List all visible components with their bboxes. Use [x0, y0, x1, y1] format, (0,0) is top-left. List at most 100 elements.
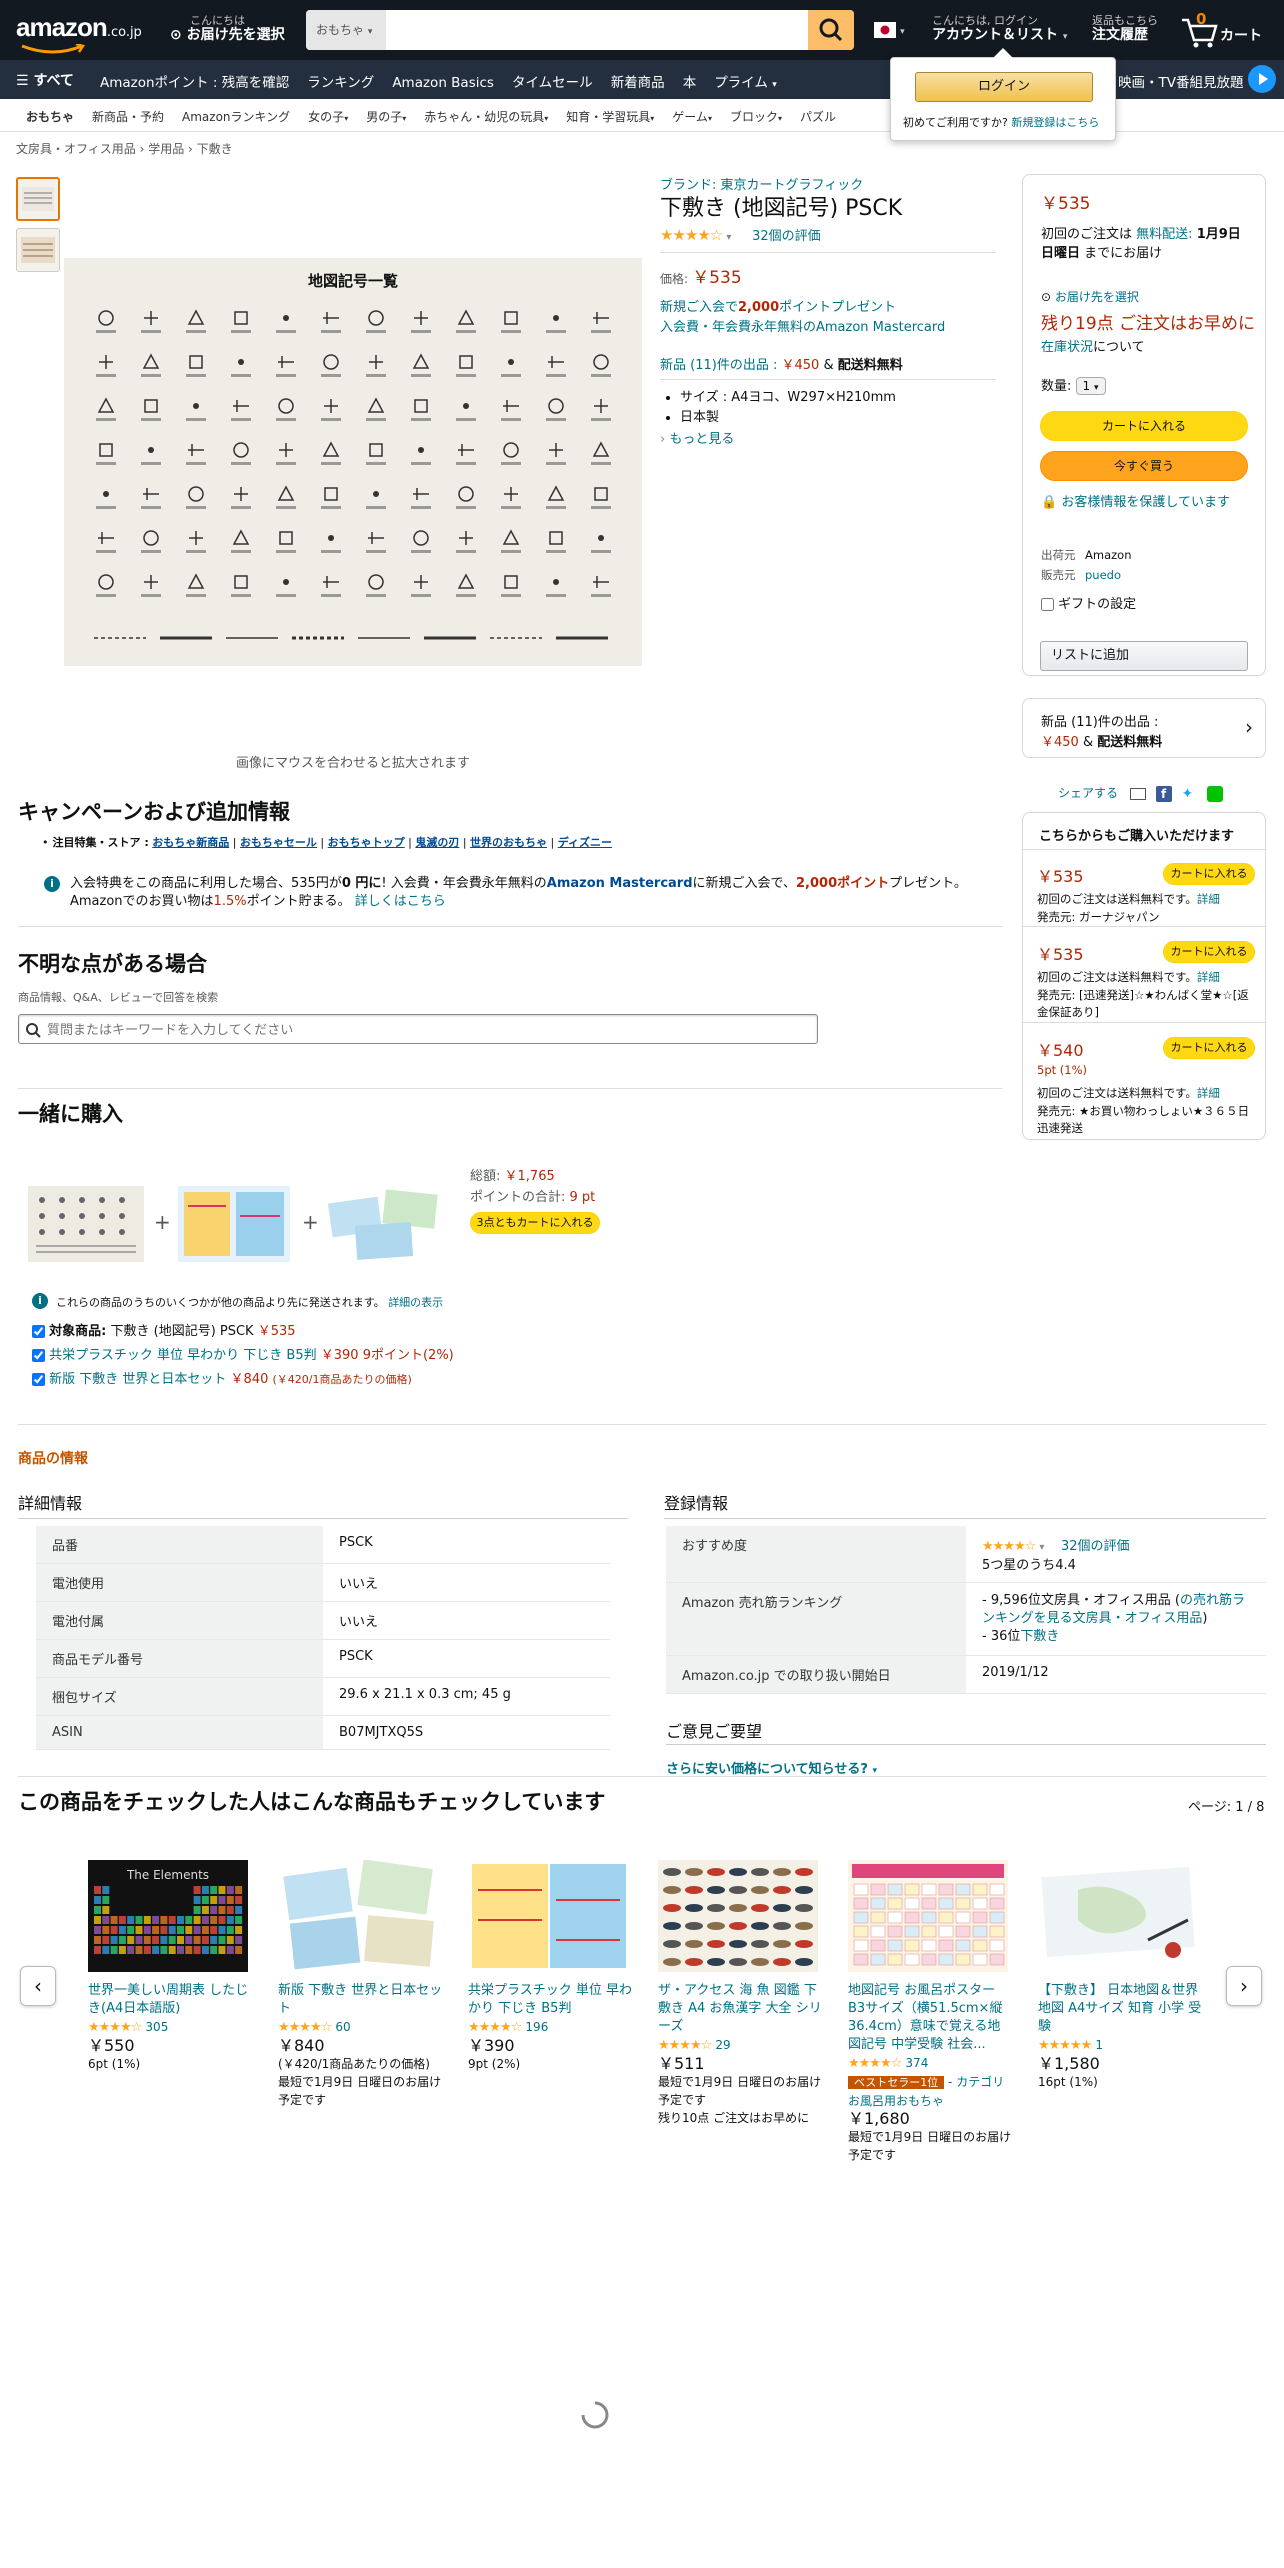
- brand-link[interactable]: ブランド: 東京カートグラフィック: [660, 178, 863, 193]
- thumbnail-2[interactable]: [16, 228, 60, 272]
- buy-now-button[interactable]: 今すぐ買う: [1040, 451, 1248, 481]
- bundle-item-name[interactable]: 共栄プラスチック 単位 早わかり 下じき B5判: [49, 1348, 316, 1363]
- new-offers-link[interactable]: 新品 (11)件の出品 :: [660, 358, 777, 373]
- nav-item-prime[interactable]: プライム ▾: [714, 75, 777, 91]
- carousel-item-title[interactable]: 地図記号 お風呂ポスター B3サイズ（横51.5cm×縦36.4cm）意味で覚え…: [848, 1982, 1013, 2054]
- search-input[interactable]: [386, 10, 814, 50]
- cat-item-baby[interactable]: 赤ちゃん・幼児の玩具▾: [424, 110, 548, 124]
- add-to-cart-button[interactable]: カートに入れる: [1040, 411, 1248, 441]
- product-image[interactable]: [848, 1860, 1008, 1972]
- signin-register-link[interactable]: 新規登録はこちら: [1011, 116, 1099, 129]
- signin-button[interactable]: ログイン: [915, 72, 1093, 102]
- product-image[interactable]: [1038, 1860, 1198, 1972]
- carousel-item-rating-count[interactable]: 29: [715, 2038, 730, 2052]
- carousel-item-title[interactable]: 新版 下敷き 世界と日本セット: [278, 1982, 443, 2018]
- cat-item-ranking[interactable]: Amazonランキング: [182, 110, 290, 124]
- carousel-item-rating-count[interactable]: 374: [905, 2056, 928, 2070]
- rating-stars-icon[interactable]: ★★★★☆: [658, 2038, 712, 2053]
- carousel-item-rating-count[interactable]: 305: [145, 2020, 168, 2034]
- new-offers-box[interactable]: 新品 (11)件の出品 : ￥450 & 配送料無料 ›: [1022, 698, 1266, 758]
- product-image[interactable]: The Elements: [88, 1860, 248, 1972]
- nav-item-new[interactable]: 新着商品: [611, 75, 665, 91]
- bundle-item-checkbox[interactable]: [32, 1349, 45, 1362]
- seller-add-to-cart-button[interactable]: カートに入れる: [1163, 863, 1255, 885]
- cart-button[interactable]: 0 カート: [1180, 10, 1270, 50]
- nav-item-basics[interactable]: Amazon Basics: [392, 75, 494, 91]
- nav-item-points[interactable]: Amazonポイント : 残高を確認: [100, 75, 289, 91]
- gift-option[interactable]: ギフトの設定: [1041, 593, 1136, 612]
- carousel-item-rating-count[interactable]: 60: [335, 2020, 350, 2034]
- seller-detail-link[interactable]: 詳細: [1197, 1086, 1220, 1100]
- store-link[interactable]: ディズニー: [558, 836, 612, 849]
- search-category-select[interactable]: おもちゃ ▾: [306, 10, 386, 50]
- bundle-item-checkbox[interactable]: [32, 1325, 45, 1338]
- more-link[interactable]: › もっと見る: [660, 428, 996, 447]
- rating-stars-icon[interactable]: ★★★★★: [1038, 2038, 1092, 2053]
- amazon-logo[interactable]: amazon.co.jp: [16, 12, 142, 54]
- cat-item-blocks[interactable]: ブロック▾: [730, 110, 782, 124]
- rank-category-link[interactable]: 下敷き: [1020, 1629, 1059, 1644]
- seller-add-to-cart-button[interactable]: カートに入れる: [1163, 1037, 1255, 1059]
- bundle-item-image[interactable]: [326, 1186, 442, 1262]
- store-link[interactable]: おもちゃセール: [240, 836, 317, 849]
- deliver-to-link[interactable]: ⊙ お届け先を選択: [1041, 288, 1139, 305]
- secure-transaction[interactable]: 🔒 お客様情報を保護しています: [1041, 493, 1257, 513]
- cat-item-girls[interactable]: 女の子▾: [308, 110, 348, 124]
- gift-checkbox[interactable]: [1041, 598, 1054, 611]
- seller-detail-link[interactable]: 詳細: [1197, 892, 1220, 906]
- questions-input[interactable]: [47, 1017, 807, 1041]
- prime-video-link[interactable]: 映画・TV番組見放題: [1118, 71, 1243, 91]
- product-image[interactable]: [658, 1860, 818, 1972]
- rating-stars-icon[interactable]: ★★★★☆: [848, 2056, 902, 2071]
- rating-dropdown-icon[interactable]: ▾: [1039, 1542, 1044, 1553]
- rating-stars-icon[interactable]: ★★★★☆: [660, 226, 723, 244]
- cat-item-new[interactable]: 新商品・予約: [92, 110, 164, 124]
- cat-item-boys[interactable]: 男の子▾: [366, 110, 406, 124]
- promo-link[interactable]: 新規ご入会で2,000ポイントプレゼント 入会費・年会費永年無料のAmazon M…: [660, 298, 996, 338]
- nav-item-ranking[interactable]: ランキング: [307, 75, 374, 91]
- orders-link[interactable]: 返品もこちら 注文履歴: [1092, 14, 1158, 44]
- breadcrumb-item[interactable]: 文房具・オフィス用品: [16, 142, 136, 156]
- rating-stars-icon[interactable]: ★★★★☆: [982, 1539, 1036, 1554]
- cat-item-educational[interactable]: 知育・学習玩具▾: [566, 110, 654, 124]
- info-link[interactable]: 詳しくはこちら: [355, 894, 446, 909]
- store-link[interactable]: 世界のおもちゃ: [470, 836, 547, 849]
- rating-stars-icon[interactable]: ★★★★☆: [88, 2020, 142, 2035]
- rating-count-link[interactable]: 32個の評価: [752, 229, 821, 244]
- breadcrumb-item[interactable]: 下敷き: [197, 142, 233, 156]
- add-all-to-cart-button[interactable]: 3点ともカートに入れる: [470, 1212, 600, 1234]
- deliver-to[interactable]: こんにちは ⊙ お届け先を選択: [170, 14, 285, 44]
- bundle-item-name[interactable]: 新版 下敷き 世界と日本セット: [49, 1372, 226, 1387]
- carousel-item-title[interactable]: 世界一美しい周期表 したじき(A4日本語版): [88, 1982, 253, 2018]
- bundle-item-image[interactable]: [28, 1186, 144, 1262]
- thumbnail-1[interactable]: [16, 177, 60, 221]
- store-link[interactable]: おもちゃ新商品: [152, 836, 229, 849]
- add-to-list-button[interactable]: リストに追加: [1040, 641, 1248, 671]
- carousel-item-title[interactable]: 共栄プラスチック 単位 早わかり 下じき B5判: [468, 1982, 633, 2018]
- all-menu-button[interactable]: ☰ すべて: [16, 70, 74, 90]
- cat-item-toys[interactable]: おもちゃ: [26, 110, 74, 124]
- bundle-item-image[interactable]: [178, 1186, 290, 1262]
- rating-stars-icon[interactable]: ★★★★☆: [468, 2020, 522, 2035]
- stock-link[interactable]: 在庫状況: [1041, 340, 1093, 355]
- product-image[interactable]: [278, 1859, 438, 1972]
- bundle-notice-link[interactable]: 詳細の表示: [388, 1296, 443, 1309]
- twitter-icon[interactable]: ✦: [1182, 786, 1198, 802]
- play-video-icon[interactable]: [1248, 65, 1276, 93]
- search-button[interactable]: [808, 10, 854, 50]
- bundle-item-checkbox[interactable]: [32, 1373, 45, 1386]
- sold-by-link[interactable]: puedo: [1085, 568, 1121, 582]
- main-product-image[interactable]: 地図記号一覧: [64, 258, 642, 666]
- seller-add-to-cart-button[interactable]: カートに入れる: [1163, 941, 1255, 963]
- cat-item-puzzles[interactable]: パズル: [800, 110, 836, 124]
- carousel-next-button[interactable]: ›: [1226, 1966, 1262, 2006]
- rating-count-link[interactable]: 32個の評価: [1061, 1539, 1130, 1554]
- product-image[interactable]: [468, 1860, 628, 1972]
- breadcrumb-item[interactable]: 学用品: [148, 142, 184, 156]
- language-selector[interactable]: ▾: [874, 22, 905, 42]
- facebook-icon[interactable]: f: [1155, 785, 1172, 802]
- seller-name[interactable]: 発売元: [迅速発送]☆★わんばく堂★☆[返金保証あり]: [1037, 987, 1255, 1021]
- nav-item-books[interactable]: 本: [683, 75, 697, 91]
- store-link[interactable]: おもちゃトップ: [328, 836, 405, 849]
- carousel-item-rating-count[interactable]: 1: [1095, 2038, 1103, 2052]
